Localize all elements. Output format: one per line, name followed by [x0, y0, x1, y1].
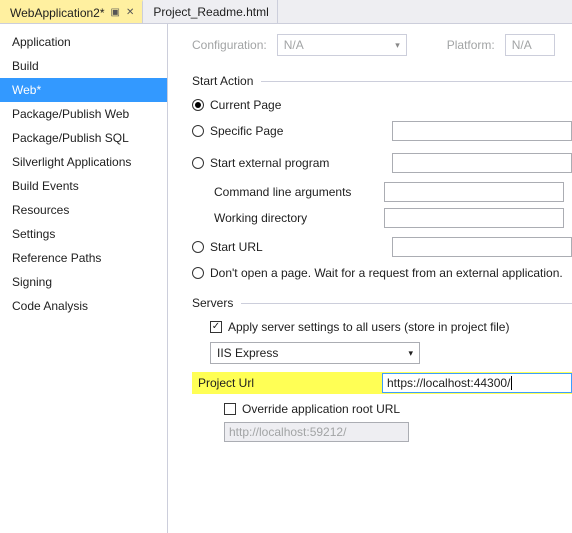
- sidebar-item-build-events[interactable]: Build Events: [0, 174, 167, 198]
- configuration-label: Configuration:: [192, 38, 267, 52]
- radio-dont-open[interactable]: Don't open a page. Wait for a request fr…: [192, 266, 572, 280]
- radio-icon: [192, 267, 204, 279]
- specific-page-input[interactable]: [392, 121, 572, 141]
- radio-start-url[interactable]: Start URL: [192, 240, 263, 254]
- radio-icon: [192, 157, 204, 169]
- radio-start-external[interactable]: Start external program: [192, 156, 329, 170]
- sidebar-item-silverlight[interactable]: Silverlight Applications: [0, 150, 167, 174]
- tab-label: Project_Readme.html: [153, 5, 268, 19]
- chevron-down-icon: ▾: [395, 40, 400, 51]
- server-type-select[interactable]: IIS Express ▾: [210, 342, 420, 364]
- sidebar-item-signing[interactable]: Signing: [0, 270, 167, 294]
- radio-specific-page[interactable]: Specific Page: [192, 124, 283, 138]
- radio-icon: [192, 241, 204, 253]
- web-properties-panel: Configuration: N/A ▾ Platform: N/A Start…: [168, 24, 572, 533]
- sidebar-item-reference-paths[interactable]: Reference Paths: [0, 246, 167, 270]
- servers-heading: Servers: [192, 296, 572, 310]
- project-url-row: Project Url https://localhost:44300/: [192, 372, 572, 394]
- platform-select[interactable]: N/A: [505, 34, 555, 56]
- project-url-label: Project Url: [192, 376, 260, 390]
- tab-project-readme[interactable]: Project_Readme.html: [143, 0, 277, 23]
- sidebar-item-settings[interactable]: Settings: [0, 222, 167, 246]
- sidebar-item-web[interactable]: Web*: [0, 78, 167, 102]
- start-url-input[interactable]: [392, 237, 572, 257]
- checkbox-icon: [224, 403, 236, 415]
- project-url-input[interactable]: https://localhost:44300/: [382, 373, 572, 393]
- radio-icon: [192, 125, 204, 137]
- checkbox-icon: [210, 321, 222, 333]
- close-icon[interactable]: ✕: [126, 7, 134, 18]
- platform-label: Platform:: [447, 38, 495, 52]
- sidebar-item-code-analysis[interactable]: Code Analysis: [0, 294, 167, 318]
- sidebar-item-resources[interactable]: Resources: [0, 198, 167, 222]
- start-external-input[interactable]: [392, 153, 572, 173]
- configuration-select[interactable]: N/A ▾: [277, 34, 407, 56]
- sidebar-item-package-publish-web[interactable]: Package/Publish Web: [0, 102, 167, 126]
- working-dir-label: Working directory: [214, 211, 374, 225]
- tab-webapplication2[interactable]: WebApplication2* ▣ ✕: [0, 0, 143, 23]
- property-page-sidebar: Application Build Web* Package/Publish W…: [0, 24, 168, 533]
- override-root-url-input: http://localhost:59212/: [224, 422, 409, 442]
- tab-label: WebApplication2*: [10, 6, 105, 20]
- radio-icon: [192, 99, 204, 111]
- radio-current-page[interactable]: Current Page: [192, 98, 572, 112]
- cli-args-input[interactable]: [384, 182, 564, 202]
- start-action-heading: Start Action: [192, 74, 572, 88]
- chevron-down-icon: ▾: [408, 348, 413, 359]
- sidebar-item-package-publish-sql[interactable]: Package/Publish SQL: [0, 126, 167, 150]
- pin-icon[interactable]: ▣: [111, 7, 120, 18]
- apply-all-users-checkbox[interactable]: Apply server settings to all users (stor…: [210, 320, 572, 334]
- sidebar-item-build[interactable]: Build: [0, 54, 167, 78]
- working-dir-input[interactable]: [384, 208, 564, 228]
- override-root-url-checkbox[interactable]: Override application root URL: [224, 402, 572, 416]
- cli-args-label: Command line arguments: [214, 185, 374, 199]
- document-tabbar: WebApplication2* ▣ ✕ Project_Readme.html: [0, 0, 572, 24]
- sidebar-item-application[interactable]: Application: [0, 30, 167, 54]
